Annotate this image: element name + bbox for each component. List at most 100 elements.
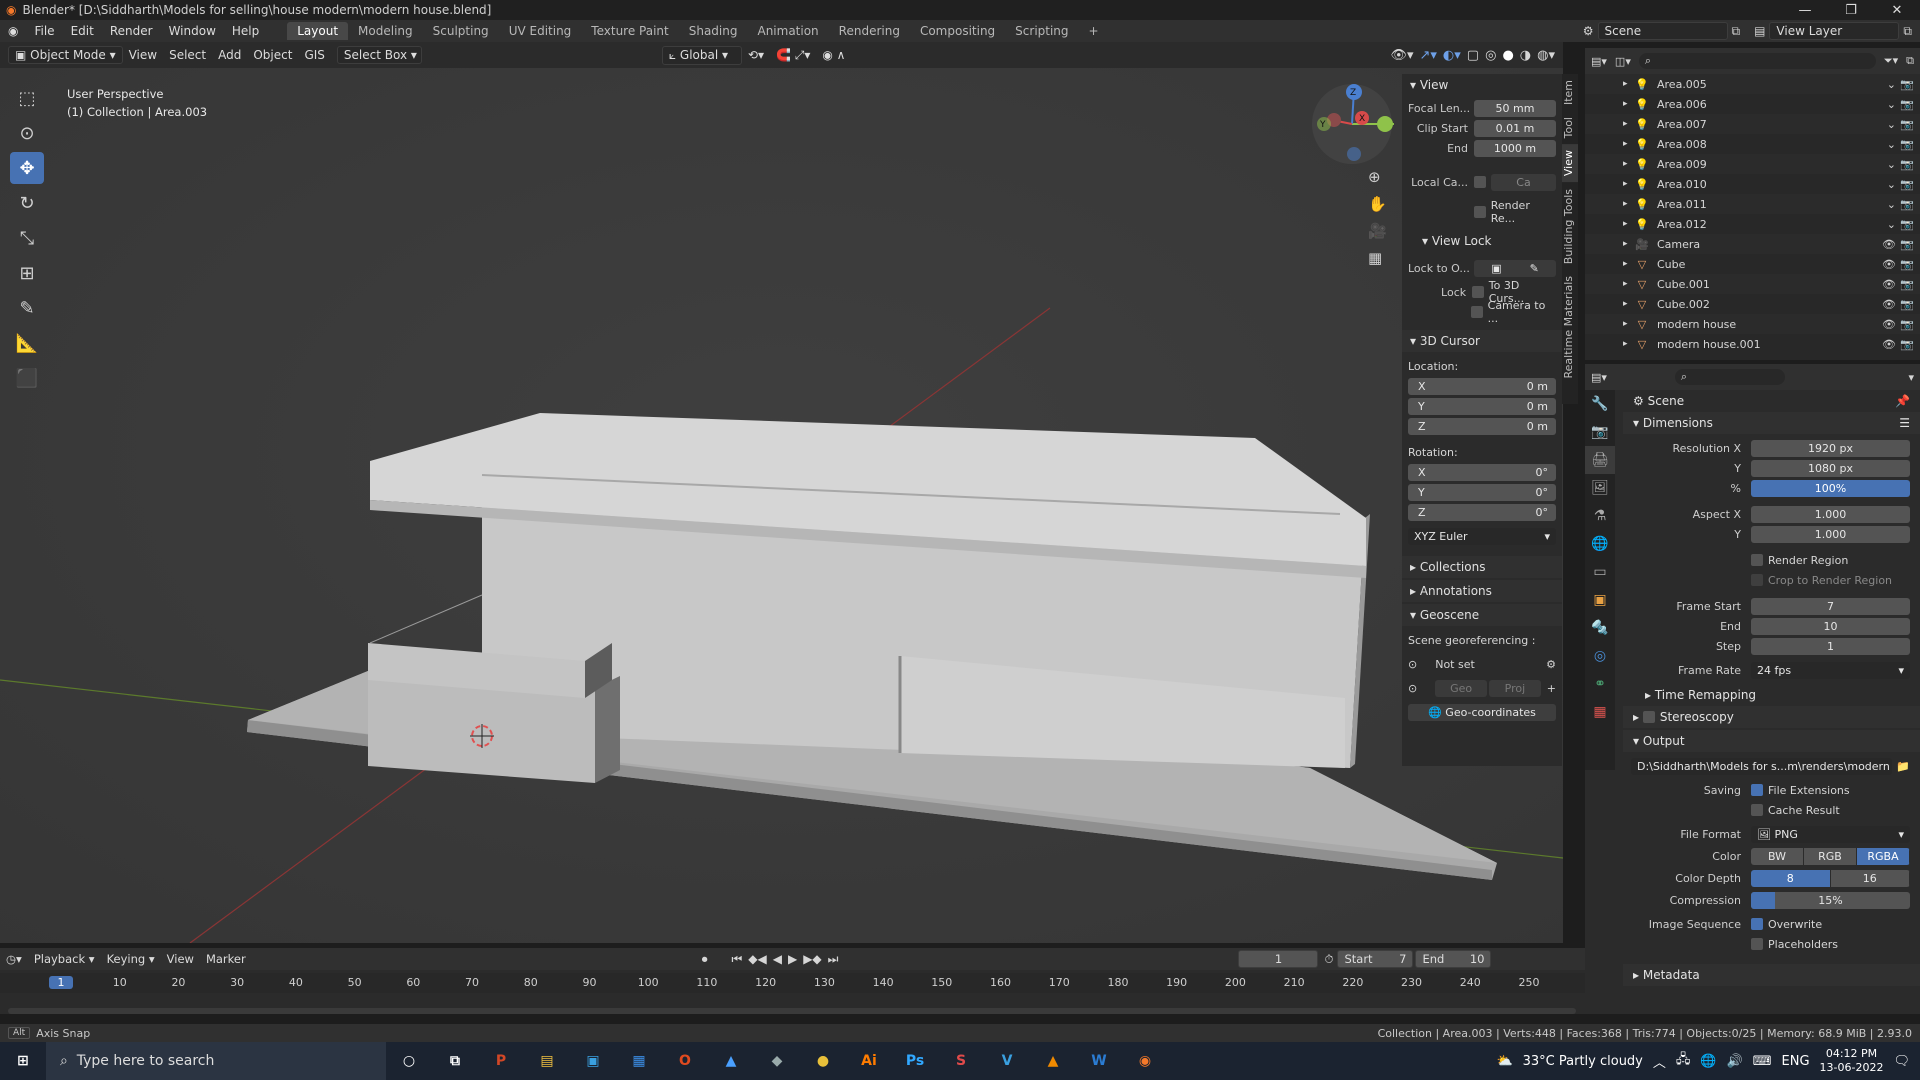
timeline-editor-type-icon[interactable]: ◷▾: [0, 950, 28, 968]
taskbar-app-icon[interactable]: ▣: [570, 1042, 616, 1080]
overlay-toggle-icon[interactable]: ◐▾: [1443, 48, 1461, 63]
constraint-props-icon[interactable]: ⚭: [1585, 670, 1615, 698]
camera-to-view-checkbox[interactable]: [1471, 306, 1483, 318]
focal-length-field[interactable]: 50 mm: [1474, 99, 1556, 117]
expand-arrow-icon[interactable]: ▸: [1623, 239, 1628, 249]
render-camera-icon[interactable]: 📷: [1900, 138, 1914, 151]
outliner-item[interactable]: ▸ ▽ Cube.002 👁 📷: [1585, 294, 1920, 314]
outliner-item[interactable]: ▸ ▽ modern house.001 👁 📷: [1585, 334, 1920, 354]
properties-editor-type-icon[interactable]: ▤▾: [1591, 371, 1607, 384]
expand-arrow-icon[interactable]: ▸: [1623, 279, 1628, 289]
menu-select[interactable]: Select: [163, 46, 212, 64]
menu-window[interactable]: Window: [161, 24, 224, 38]
tab-texture-paint[interactable]: Texture Paint: [581, 22, 678, 40]
taskbar-app-icon[interactable]: ▲: [708, 1042, 754, 1080]
tab-compositing[interactable]: Compositing: [910, 22, 1005, 40]
file-format-dropdown[interactable]: 🖼 PNG ▾: [1751, 825, 1910, 843]
tab-uv-editing[interactable]: UV Editing: [499, 22, 582, 40]
tab-item[interactable]: Item: [1562, 74, 1578, 111]
render-camera-icon[interactable]: 📷: [1900, 118, 1914, 131]
expand-arrow-icon[interactable]: ▸: [1623, 119, 1628, 129]
render-camera-icon[interactable]: 📷: [1900, 158, 1914, 171]
collections-section-header[interactable]: ▸ Collections: [1402, 556, 1562, 578]
render-region-checkbox[interactable]: [1474, 206, 1486, 218]
render-props-icon[interactable]: 📷: [1585, 418, 1615, 446]
outliner-item[interactable]: ▸ 💡 Area.010 ⌄ 📷: [1585, 174, 1920, 194]
properties-search-input[interactable]: ⌕: [1674, 369, 1785, 385]
material-shading-icon[interactable]: ◑: [1520, 48, 1531, 63]
physics-props-icon[interactable]: ◎: [1585, 642, 1615, 670]
display-mode-icon[interactable]: ◫▾: [1615, 55, 1631, 68]
snap-icon[interactable]: 🧲 ⤢▾: [770, 46, 816, 65]
expand-arrow-icon[interactable]: ▸: [1623, 339, 1628, 349]
tab-layout[interactable]: Layout: [287, 22, 349, 40]
menu-add[interactable]: Add: [212, 46, 247, 64]
timeline-scrollbar[interactable]: [8, 1008, 1576, 1014]
tab-animation[interactable]: Animation: [747, 22, 828, 40]
add-crs-icon[interactable]: +: [1547, 682, 1556, 695]
annotate-tool-icon[interactable]: ✎: [10, 292, 44, 324]
cursor-loc-z-field[interactable]: Z 0 m: [1408, 417, 1556, 435]
3d-cursor-section-header[interactable]: ▾ 3D Cursor: [1402, 330, 1562, 352]
expand-arrow-icon[interactable]: ▸: [1623, 99, 1628, 109]
render-camera-icon[interactable]: 📷: [1900, 98, 1914, 111]
new-view-layer-icon[interactable]: ⧉: [1903, 24, 1912, 39]
play-reverse-icon[interactable]: ◀: [773, 952, 782, 967]
euler-mode-dropdown[interactable]: XYZ Euler ▾: [1408, 527, 1556, 545]
mode-dropdown[interactable]: ▣ Object Mode ▾: [8, 46, 123, 64]
outliner-item[interactable]: ▸ 💡 Area.005 ⌄ 📷: [1585, 74, 1920, 94]
taskbar-app-icon[interactable]: V: [984, 1042, 1030, 1080]
visibility-eye-icon[interactable]: 👁: [1882, 258, 1896, 271]
next-keyframe-icon[interactable]: ▶◆: [803, 952, 821, 967]
expand-arrow-icon[interactable]: ▸: [1623, 219, 1628, 229]
world-props-icon[interactable]: 🌐: [1585, 530, 1615, 558]
geo-button[interactable]: Geo: [1435, 679, 1487, 697]
new-collection-icon[interactable]: ⧉: [1906, 54, 1914, 68]
stereoscopy-checkbox[interactable]: [1642, 711, 1655, 723]
view-layer-props-icon[interactable]: 🖼: [1585, 474, 1615, 502]
crop-region-toggle[interactable]: [1751, 574, 1763, 586]
object-props-icon[interactable]: ▣: [1585, 586, 1615, 614]
expand-arrow-icon[interactable]: ▸: [1623, 319, 1628, 329]
visibility-eye-icon[interactable]: 👁: [1882, 238, 1896, 251]
language-indicator[interactable]: ENG: [1782, 1054, 1810, 1069]
output-section-header[interactable]: ▾ Output: [1623, 730, 1920, 752]
tab-view[interactable]: View: [1562, 144, 1578, 183]
render-camera-icon[interactable]: 📷: [1900, 178, 1914, 191]
view-section-header[interactable]: ▾ View: [1402, 74, 1562, 96]
outliner-item[interactable]: ▸ 💡 Area.011 ⌄ 📷: [1585, 194, 1920, 214]
modifier-props-icon[interactable]: 🔩: [1585, 614, 1615, 642]
expand-arrow-icon[interactable]: ▸: [1623, 259, 1628, 269]
close-button[interactable]: ✕: [1874, 3, 1920, 18]
texture-props-icon[interactable]: ▦: [1585, 698, 1615, 726]
clip-start-field[interactable]: 0.01 m: [1474, 119, 1556, 137]
presets-icon[interactable]: ☰: [1899, 416, 1920, 430]
time-remapping-header[interactable]: ▸ Time Remapping: [1623, 684, 1920, 706]
3d-viewport[interactable]: Z X Y ⊕ ✋ 🎥 ▦: [0, 48, 1563, 943]
add-cube-tool-icon[interactable]: ⬛: [10, 362, 44, 394]
placeholders-checkbox[interactable]: [1751, 938, 1763, 950]
visibility-eye-icon[interactable]: ⌄: [1887, 98, 1896, 111]
taskbar-app-icon[interactable]: ◉: [1122, 1042, 1168, 1080]
render-region-toggle[interactable]: [1751, 554, 1763, 566]
prev-keyframe-icon[interactable]: ◆◀: [748, 952, 766, 967]
cursor-loc-x-field[interactable]: X 0 m: [1408, 377, 1556, 395]
folder-icon[interactable]: 📁: [1896, 760, 1910, 773]
jump-end-icon[interactable]: ⏭: [828, 952, 839, 967]
cortana-icon[interactable]: ○: [386, 1042, 432, 1080]
start-frame-field[interactable]: Start 7: [1337, 950, 1414, 968]
resolution-percent-field[interactable]: 100%: [1751, 479, 1910, 497]
render-camera-icon[interactable]: 📷: [1900, 238, 1914, 251]
lock-to-object-field[interactable]: ▣ ✎: [1474, 259, 1556, 277]
scene-props-icon[interactable]: ⚗: [1585, 502, 1615, 530]
clip-end-field[interactable]: 1000 m: [1474, 139, 1556, 157]
menu-view[interactable]: View: [123, 46, 163, 64]
task-view-icon[interactable]: ⧉: [432, 1042, 478, 1080]
color-rgba-button[interactable]: RGBA: [1857, 847, 1910, 865]
depth-8-button[interactable]: 8: [1751, 869, 1831, 887]
camera-view-icon[interactable]: 🎥: [1368, 222, 1387, 240]
end-frame-field[interactable]: End 10: [1415, 950, 1492, 968]
outliner-item[interactable]: ▸ ▽ modern house 👁 📷: [1585, 314, 1920, 334]
notifications-icon[interactable]: 🗨: [1893, 1054, 1910, 1069]
move-tool-icon[interactable]: ✥: [10, 152, 44, 184]
